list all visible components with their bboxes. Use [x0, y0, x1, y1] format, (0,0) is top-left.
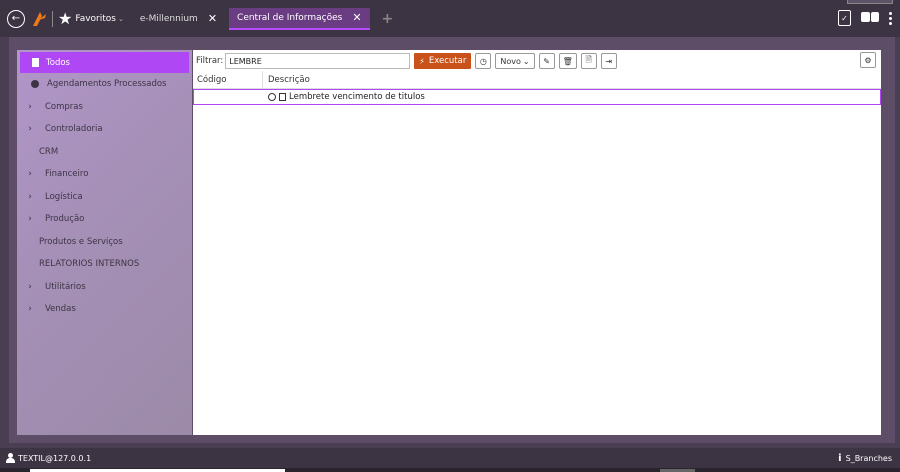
branch-label: S_Branches	[845, 453, 892, 463]
filter-label: Filtrar:	[196, 56, 224, 66]
tab-e-millennium[interactable]: e-Millennium ✕	[132, 8, 225, 30]
star-icon[interactable]: ★	[58, 10, 72, 27]
sidebar-item-todos[interactable]: Todos	[20, 52, 189, 73]
sidebar-item-compras[interactable]: › Compras	[17, 96, 192, 119]
sidebar-item-label: CRM	[39, 146, 59, 157]
cell-description: Lembrete vencimento de titulos	[264, 92, 425, 102]
column-header-codigo[interactable]: Código	[193, 71, 263, 88]
sidebar-item-utilitarios[interactable]: › Utilitários	[17, 276, 192, 299]
history-button[interactable]: ◷	[475, 53, 492, 69]
cell-code	[194, 90, 264, 104]
content-panel: Filtrar: ⚡ Executar ◷ Novo ⌄ ✎ 🗑 🗎 ⇥ ⚙ C…	[193, 50, 881, 435]
tab-label: e-Millennium	[139, 13, 198, 24]
chevron-down-icon[interactable]: ⌄	[118, 15, 124, 23]
chevron-right-icon[interactable]: ›	[17, 169, 39, 179]
chevron-right-icon[interactable]: ›	[17, 102, 39, 112]
filter-input[interactable]	[225, 53, 411, 69]
clock-icon	[31, 80, 39, 89]
app-logo-icon	[33, 11, 46, 26]
chevron-right-icon[interactable]: ›	[17, 282, 39, 292]
file-icon: 🗎	[585, 55, 592, 64]
close-icon[interactable]: ✕	[352, 11, 361, 24]
sidebar-item-label: Logística	[45, 191, 83, 202]
sidebar-item-label: Compras	[45, 101, 83, 112]
tab-label: Central de Informações	[237, 12, 343, 23]
settings-button[interactable]: ⚙	[860, 52, 876, 68]
favorites-menu[interactable]: Favoritos	[75, 14, 116, 24]
sidebar-item-label: Controladoria	[45, 124, 103, 135]
document-icon	[32, 58, 39, 67]
sidebar-item-controladoria[interactable]: › Controladoria	[17, 118, 192, 141]
execute-button[interactable]: ⚡ Executar	[414, 53, 472, 69]
sidebar-item-producao[interactable]: › Produção	[17, 208, 192, 231]
report-button[interactable]: 🗎	[580, 53, 597, 69]
user-connection: TEXTIL@127.0.0.1	[18, 453, 92, 463]
chevron-right-icon[interactable]: ›	[17, 192, 39, 202]
sidebar-item-agendamentos[interactable]: Agendamentos Processados	[17, 73, 192, 96]
clock-icon: ◷	[479, 56, 487, 66]
delete-button[interactable]: 🗑	[558, 53, 577, 69]
sidebar-item-produtos-servicos[interactable]: Produtos e Serviços	[17, 231, 192, 254]
status-bar: TEXTIL@127.0.0.1 i S_Branches	[0, 448, 900, 468]
export-icon: ⇥	[605, 56, 613, 66]
sidebar-item-label: Todos	[46, 57, 70, 68]
sidebar-item-label: Agendamentos Processados	[47, 79, 167, 90]
add-tab-icon[interactable]: +	[382, 11, 394, 27]
sidebar-item-label: RELATORIOS INTERNOS	[39, 259, 140, 270]
pencil-icon: ✎	[543, 56, 550, 66]
table-header: Código Descrição	[193, 71, 881, 89]
table-row[interactable]: Lembrete vencimento de titulos	[193, 89, 881, 105]
row-description: Lembrete vencimento de titulos	[289, 92, 425, 102]
sidebar-item-label: Produção	[45, 214, 85, 225]
execute-label: Executar	[428, 56, 467, 66]
column-header-descricao[interactable]: Descrição	[263, 75, 310, 85]
gear-icon: ⚙	[864, 55, 872, 65]
user-icon	[6, 453, 15, 463]
taskbar-strip	[0, 468, 900, 472]
window-handle[interactable]	[847, 0, 893, 4]
sidebar-item-label: Produtos e Serviços	[39, 236, 123, 247]
sidebar-item-relatorios-internos[interactable]: RELATORIOS INTERNOS	[17, 253, 192, 276]
info-icon: i	[838, 452, 842, 464]
new-button[interactable]: Novo ⌄	[495, 53, 535, 69]
chevron-down-icon: ⌄	[522, 56, 530, 66]
divider	[52, 10, 53, 27]
clipboard-check-icon[interactable]: ✓	[838, 10, 851, 26]
sidebar-item-financeiro[interactable]: › Financeiro	[17, 163, 192, 186]
chevron-right-icon[interactable]: ›	[17, 124, 39, 134]
top-bar: ← ★ Favoritos ⌄ e-Millennium ✕ Central d…	[0, 0, 900, 37]
export-button[interactable]: ⇥	[600, 53, 617, 69]
back-icon[interactable]: ←	[7, 9, 25, 28]
clock-icon	[268, 93, 276, 101]
sidebar-item-vendas[interactable]: › Vendas	[17, 298, 192, 321]
sidebar-item-label: Financeiro	[45, 169, 89, 180]
sidebar: Todos Agendamentos Processados › Compras…	[17, 50, 192, 435]
sidebar-item-crm[interactable]: CRM	[17, 141, 192, 164]
chevron-right-icon[interactable]: ›	[17, 214, 39, 224]
sidebar-item-logistica[interactable]: › Logística	[17, 186, 192, 209]
chat-icon[interactable]	[861, 12, 879, 24]
edit-button[interactable]: ✎	[538, 53, 555, 69]
lightning-icon: ⚡	[419, 56, 425, 66]
more-options-icon[interactable]	[889, 11, 892, 25]
toolbar: Filtrar: ⚡ Executar ◷ Novo ⌄ ✎ 🗑 🗎 ⇥ ⚙	[193, 51, 881, 71]
trash-icon: 🗑	[562, 56, 573, 66]
chevron-right-icon[interactable]: ›	[17, 304, 39, 314]
new-label: Novo	[500, 56, 521, 66]
sidebar-item-label: Vendas	[45, 304, 76, 315]
close-icon[interactable]: ✕	[208, 12, 217, 25]
tab-central-informacoes[interactable]: Central de Informações ✕	[229, 7, 370, 30]
document-icon	[279, 93, 286, 101]
sidebar-item-label: Utilitários	[45, 281, 86, 292]
